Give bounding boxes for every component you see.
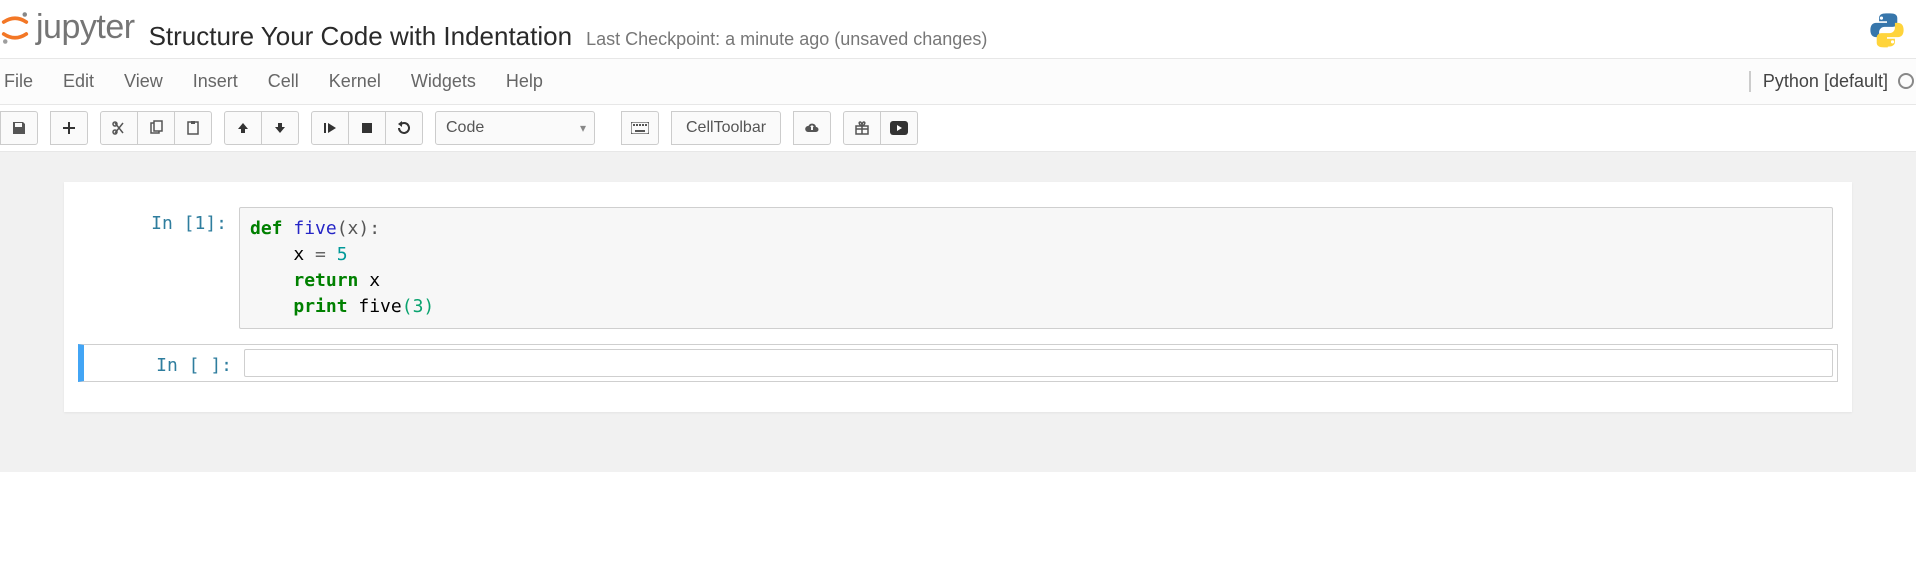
slideshow-icon bbox=[890, 121, 908, 135]
cell-input[interactable] bbox=[244, 349, 1833, 377]
restart-icon bbox=[396, 120, 412, 136]
celltoolbar-button[interactable]: CellToolbar bbox=[671, 111, 781, 145]
code-cell[interactable]: In [ ]: bbox=[78, 344, 1838, 382]
stop-icon bbox=[360, 121, 374, 135]
move-down-button[interactable] bbox=[261, 111, 299, 145]
scissors-icon bbox=[111, 120, 127, 136]
interrupt-button[interactable] bbox=[348, 111, 386, 145]
paste-button[interactable] bbox=[174, 111, 212, 145]
cell-prompt: In [1]: bbox=[79, 207, 239, 329]
copy-icon bbox=[148, 120, 164, 136]
copy-button[interactable] bbox=[137, 111, 175, 145]
move-up-button[interactable] bbox=[224, 111, 262, 145]
arrow-down-icon bbox=[273, 121, 287, 135]
checkpoint-text: Last Checkpoint: a minute ago (unsaved c… bbox=[586, 29, 987, 50]
python-logo-icon bbox=[1868, 11, 1906, 49]
paste-icon bbox=[185, 120, 201, 136]
notebook-title[interactable]: Structure Your Code with Indentation bbox=[149, 21, 573, 52]
menu-cell[interactable]: Cell bbox=[268, 71, 299, 92]
cloud-upload-icon bbox=[804, 120, 820, 136]
jupyter-logo-text: jupyter bbox=[36, 8, 135, 47]
upload-button[interactable] bbox=[793, 111, 831, 145]
save-button[interactable] bbox=[0, 111, 38, 145]
command-palette-button[interactable] bbox=[621, 111, 659, 145]
menu-kernel[interactable]: Kernel bbox=[329, 71, 381, 92]
restart-button[interactable] bbox=[385, 111, 423, 145]
cell-input[interactable]: def five(x): x = 5 return x print five(3… bbox=[239, 207, 1833, 329]
arrow-up-icon bbox=[236, 121, 250, 135]
run-button[interactable] bbox=[311, 111, 349, 145]
gift-button[interactable] bbox=[843, 111, 881, 145]
save-icon bbox=[11, 120, 27, 136]
plus-icon bbox=[62, 121, 76, 135]
keyboard-icon bbox=[631, 122, 649, 134]
code-cell[interactable]: In [1]:def five(x): x = 5 return x print… bbox=[78, 202, 1838, 334]
cell-type-select[interactable]: Code bbox=[435, 111, 595, 145]
jupyter-icon bbox=[0, 11, 30, 45]
menu-file[interactable]: File bbox=[4, 71, 33, 92]
menu-insert[interactable]: Insert bbox=[193, 71, 238, 92]
menu-widgets[interactable]: Widgets bbox=[411, 71, 476, 92]
cell-type-value: Code bbox=[446, 119, 484, 137]
menu-edit[interactable]: Edit bbox=[63, 71, 94, 92]
cell-prompt: In [ ]: bbox=[84, 349, 244, 377]
cut-button[interactable] bbox=[100, 111, 138, 145]
kernel-name: Python [default] bbox=[1763, 71, 1888, 92]
menubar: FileEditViewInsertCellKernelWidgetsHelp … bbox=[0, 58, 1916, 105]
notebook-panel: In [1]:def five(x): x = 5 return x print… bbox=[64, 182, 1852, 412]
jupyter-logo[interactable]: jupyter bbox=[0, 8, 135, 47]
presentation-button[interactable] bbox=[880, 111, 918, 145]
kernel-status-icon bbox=[1898, 73, 1914, 89]
add-cell-button[interactable] bbox=[50, 111, 88, 145]
menu-view[interactable]: View bbox=[124, 71, 163, 92]
celltoolbar-label: CellToolbar bbox=[686, 119, 766, 137]
run-icon bbox=[323, 121, 337, 135]
toolbar: Code CellToolbar bbox=[0, 105, 1916, 152]
gift-icon bbox=[854, 120, 870, 136]
header: jupyter Structure Your Code with Indenta… bbox=[0, 0, 1916, 58]
kernel-indicator[interactable]: Python [default] bbox=[1749, 71, 1914, 92]
menu-help[interactable]: Help bbox=[506, 71, 543, 92]
